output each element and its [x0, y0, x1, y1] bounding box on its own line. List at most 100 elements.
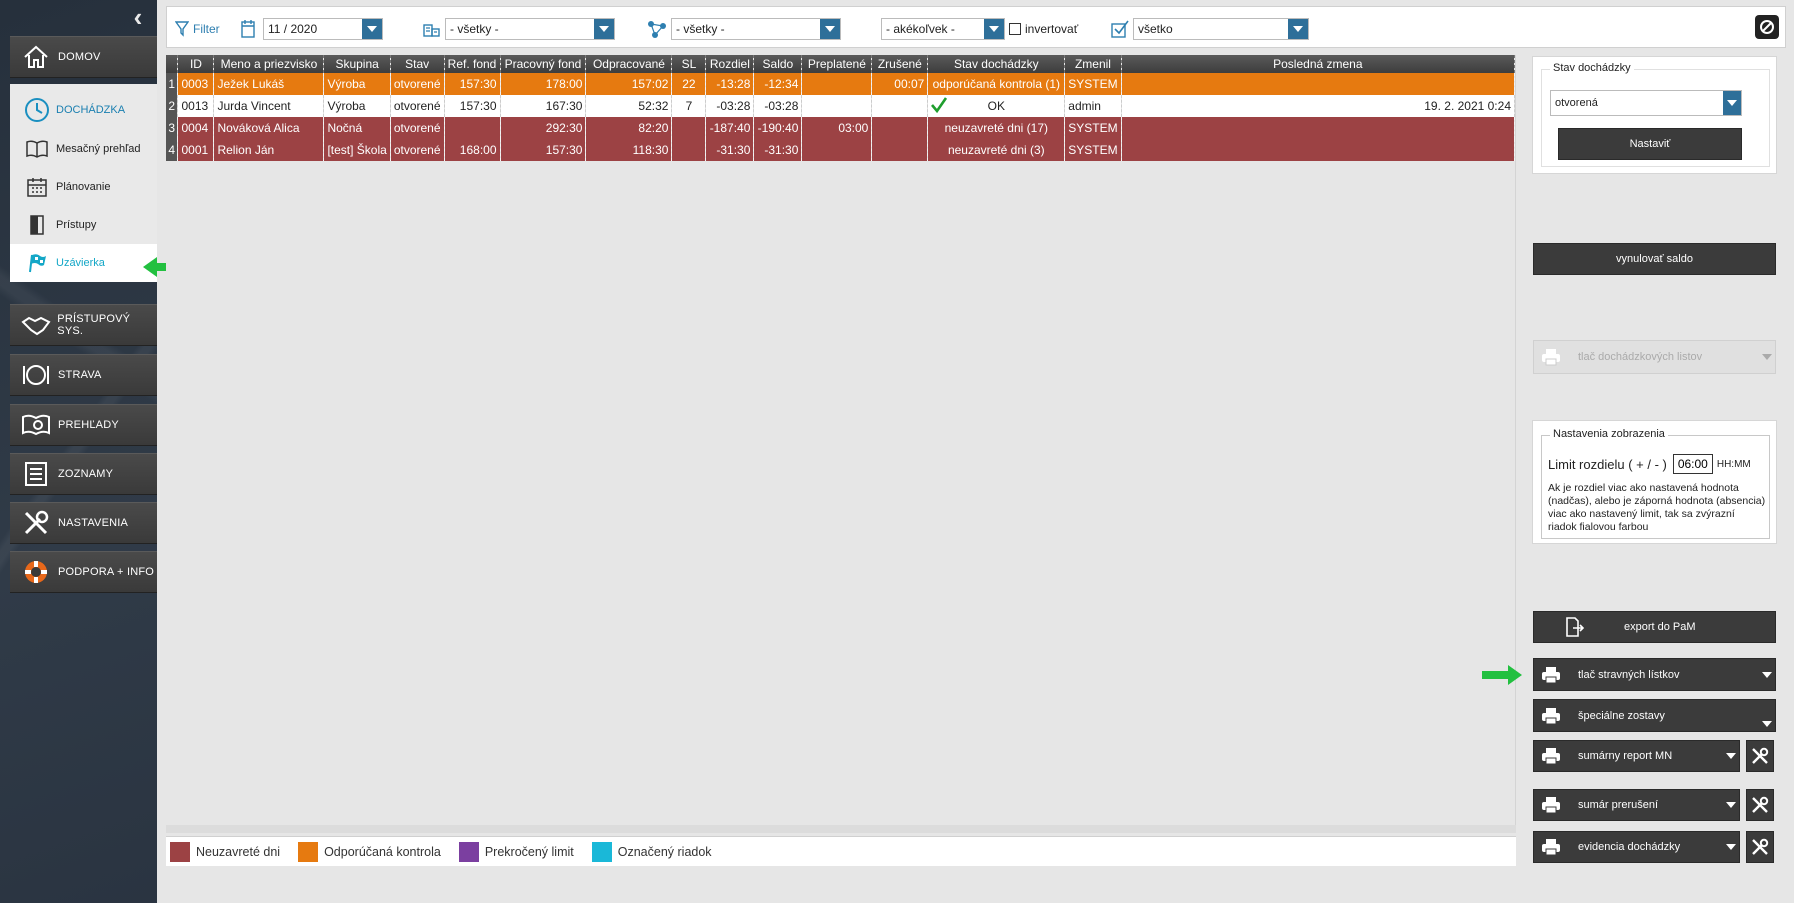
nav-support[interactable]: PODPORA + INFO [10, 551, 157, 593]
export-pam-button[interactable]: export do PaM [1533, 611, 1776, 643]
cell-name: Nováková Alica [213, 117, 325, 139]
chevron-down-icon [1723, 91, 1741, 115]
cell-name: Jurda Vincent [213, 95, 325, 117]
type-select[interactable]: - akékoľvek - [881, 18, 1005, 40]
column-header[interactable]: Pracovný fond [500, 55, 587, 73]
summary-breaks-button[interactable]: sumár prerušení [1533, 789, 1740, 821]
attendance-records-settings-button[interactable] [1746, 831, 1774, 863]
nav-meals[interactable]: STRAVA [10, 354, 157, 396]
nav-label: PODPORA + INFO [58, 566, 155, 578]
chevron-down-icon [820, 19, 840, 39]
chevron-down-icon[interactable] [1759, 671, 1775, 678]
cell-cancel [871, 95, 929, 117]
cell-cancel [871, 139, 929, 161]
column-header[interactable]: Ref. fond [444, 55, 501, 73]
summary-report-mn-label: sumárny report MN [1578, 750, 1673, 762]
cell-ref: 157:30 [444, 73, 501, 95]
submenu-item-label: Mesačný prehľad [56, 143, 141, 155]
print-attendance-sheets-button[interactable]: tlač dochádzkových listov [1533, 340, 1776, 374]
period-select[interactable]: 11 / 2020 [263, 18, 383, 40]
table-row[interactable]: 1 0003 Ježek Lukáš Výroba otvorené 157:30 178:… [166, 73, 1516, 95]
calendar-small-icon [241, 20, 255, 38]
department-select[interactable]: - všetky - [445, 18, 615, 40]
summary-report-mn-button[interactable]: sumárny report MN [1533, 740, 1740, 772]
column-header[interactable]: ID [177, 55, 215, 73]
attendance-state-select[interactable]: otvorená [1550, 90, 1742, 116]
sidebar: ‹ DOMOV DOCHÁDZKA Mesačný prehľad Plánov… [0, 0, 157, 903]
legend-item-limit-exceeded: Prekročený limit [458, 841, 574, 862]
cell-sl [671, 139, 707, 161]
invert-checkbox[interactable] [1009, 23, 1021, 35]
submenu-item-monthly-overview[interactable]: Mesačný prehľad [10, 130, 157, 168]
cell-group: Nočná [323, 117, 391, 139]
column-header[interactable]: Meno a priezvisko [213, 55, 325, 73]
column-header[interactable]: Posledná zmena [1121, 55, 1516, 73]
building-icon [423, 24, 440, 37]
status-select[interactable]: všetko [1133, 18, 1309, 40]
cell-diff: -187:40 [705, 117, 755, 139]
column-header[interactable]: SL [671, 55, 707, 73]
nav-label: ZOZNAMY [58, 468, 114, 480]
nav-overviews[interactable]: PREHĽADY [10, 404, 157, 446]
column-header[interactable]: Rozdiel [705, 55, 755, 73]
clear-filter-button[interactable] [1755, 15, 1779, 39]
column-header[interactable]: Saldo [753, 55, 803, 73]
table-row[interactable]: 3 0004 Nováková Alica Nočná otvorené 292:30 82… [166, 117, 1516, 139]
attendance-table: ID Meno a priezvisko Skupina Stav Ref. f… [166, 55, 1516, 161]
chevron-down-icon[interactable] [1723, 802, 1739, 808]
reset-saldo-button[interactable]: vynulovať saldo [1533, 243, 1776, 275]
legend-label: Prekročený limit [484, 844, 574, 859]
chevron-down-icon[interactable] [1723, 753, 1739, 759]
chevron-down-icon [594, 19, 614, 39]
cell-done: 52:32 [585, 95, 673, 117]
submenu-item-access[interactable]: Prístupy [10, 206, 157, 244]
nav-access-system[interactable]: PRÍSTUPOVÝ SYS. [10, 304, 157, 346]
calendar-icon [22, 172, 52, 202]
column-header[interactable]: Skupina [323, 55, 391, 73]
submenu-title-attendance[interactable]: DOCHÁDZKA [10, 84, 157, 130]
filter-toggle[interactable]: Filter [175, 18, 220, 40]
submenu-item-closing[interactable]: Uzávierka [10, 244, 157, 282]
submenu-item-planning[interactable]: Plánovanie [10, 168, 157, 206]
network-icon [648, 21, 666, 38]
table-row[interactable]: 2 0013 Jurda Vincent Výroba otvorené 157:30 16… [166, 95, 1516, 117]
limit-input[interactable] [1672, 454, 1713, 474]
group-select[interactable]: - všetky - [671, 18, 841, 40]
nav-settings[interactable]: NASTAVENIA [10, 502, 157, 544]
cell-work: 157:30 [500, 139, 587, 161]
column-header[interactable]: Zrušené [871, 55, 929, 73]
column-header[interactable]: Odpracované [585, 55, 673, 73]
clock-icon [22, 95, 52, 125]
funnel-icon [175, 21, 189, 37]
column-header-rownum [166, 55, 179, 73]
column-header[interactable]: Stav dochádzky [927, 55, 1066, 73]
print-meal-tickets-button[interactable]: tlač stravných lístkov [1533, 658, 1776, 691]
special-reports-button[interactable]: špeciálne zostavy [1533, 699, 1776, 732]
nav-lists[interactable]: ZOZNAMY [10, 453, 157, 495]
nav-home[interactable]: DOMOV [10, 36, 157, 78]
chevron-down-icon[interactable] [1723, 844, 1739, 850]
cell-paid [801, 73, 873, 95]
column-header[interactable]: Zmenil [1064, 55, 1122, 73]
printer-icon [1534, 659, 1568, 690]
cell-diff: -31:30 [705, 139, 755, 161]
plate-icon [20, 359, 52, 391]
summary-breaks-settings-button[interactable] [1746, 789, 1774, 821]
cell-name: Relion Ján [213, 139, 325, 161]
submenu-item-label: Uzávierka [56, 257, 105, 269]
chevron-down-icon[interactable] [1759, 721, 1775, 731]
set-state-button[interactable]: Nastaviť [1558, 128, 1742, 160]
attendance-records-button[interactable]: evidencia dochádzky [1533, 831, 1740, 863]
cell-saldo: -03:28 [753, 95, 803, 117]
special-reports-label: špeciálne zostavy [1578, 709, 1665, 722]
column-header[interactable]: Stav [390, 55, 445, 73]
cell-last [1121, 139, 1516, 161]
legend-swatch [170, 841, 190, 862]
table-row[interactable]: 4 0001 Relion Ján [test] Škola otvorené 168:0… [166, 139, 1516, 161]
list-icon [20, 458, 52, 490]
collapse-sidebar-icon[interactable]: ‹ [126, 4, 150, 30]
summary-mn-settings-button[interactable] [1746, 740, 1774, 772]
column-header[interactable]: Preplatené [801, 55, 873, 73]
attendance-state-value: otvorená [1555, 97, 1598, 109]
printer-icon [1534, 790, 1568, 820]
